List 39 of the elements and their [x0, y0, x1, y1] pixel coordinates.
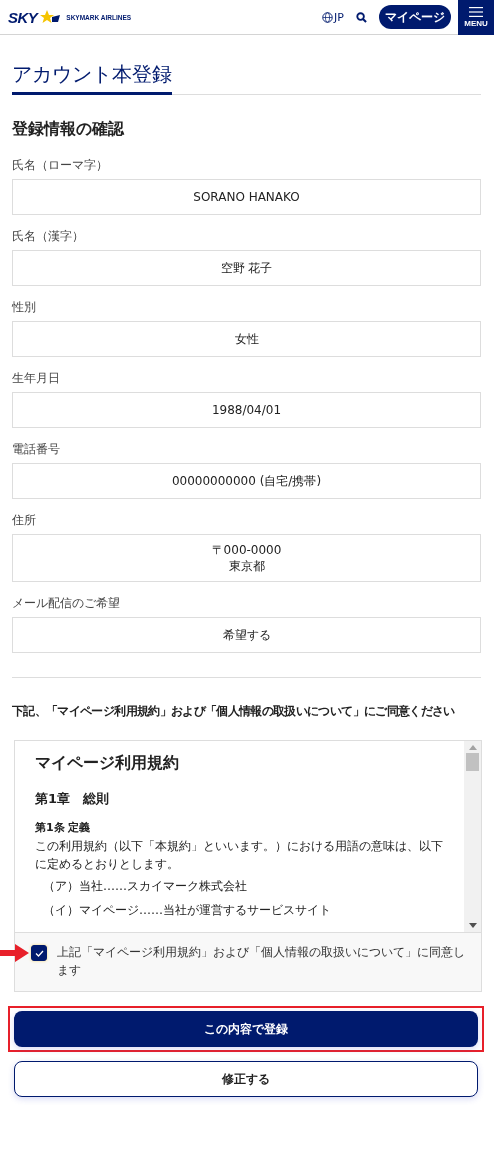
- terms-item: （イ）マイページ……当社が運営するサービスサイト: [43, 902, 332, 919]
- logo-mark[interactable]: SKY: [8, 8, 38, 26]
- search-icon[interactable]: [356, 11, 367, 23]
- value-field: SORANO HANAKO: [12, 179, 481, 215]
- value-field: 女性: [12, 321, 481, 357]
- value-field: 00000000000 (自宅/携帯): [12, 463, 481, 499]
- terms-paragraph: この利用規約（以下「本規約」といいます。）における用語の意味は、以下に定めるとおりとします。: [35, 838, 444, 873]
- terms-title: マイページ利用規約: [35, 753, 180, 774]
- value-field: 〒000-0000 東京都: [12, 534, 481, 582]
- field-label: 生年月日: [12, 371, 61, 385]
- terms-item: （ア）当社……スカイマーク株式会社: [43, 878, 248, 895]
- field-label: メール配信のご希望: [12, 596, 121, 610]
- agreement-prompt: 下記、「マイページ利用規約」および「個人情報の取扱いについて」にご同意ください: [12, 703, 456, 720]
- value-field: 希望する: [12, 617, 481, 653]
- menu-button[interactable]: MENU: [458, 0, 494, 35]
- register-button[interactable]: この内容で登録: [14, 1011, 478, 1047]
- mypage-button[interactable]: マイページ: [379, 5, 451, 29]
- field-label: 住所: [12, 513, 37, 527]
- language-link[interactable]: JP: [322, 10, 344, 24]
- arrow-icon: [0, 944, 29, 962]
- field-label: 電話番号: [12, 442, 61, 456]
- value-field: 1988/04/01: [12, 392, 481, 428]
- star-icon: [40, 10, 61, 24]
- consent-checkbox[interactable]: [31, 945, 47, 961]
- scrollbar[interactable]: [464, 741, 481, 932]
- scrollbar-thumb[interactable]: [466, 753, 479, 771]
- page-title: アカウント本登録: [12, 61, 172, 95]
- field-label: 性別: [12, 300, 37, 314]
- globe-icon: [322, 11, 334, 23]
- menu-icon: [469, 6, 483, 17]
- edit-button[interactable]: 修正する: [14, 1061, 478, 1097]
- value-field: 空野 花子: [12, 250, 481, 286]
- article-heading: 第1条 定義: [35, 820, 92, 835]
- field-label: 氏名（漢字）: [12, 229, 85, 243]
- scroll-down-icon[interactable]: [468, 923, 477, 928]
- field-label: 氏名（ローマ字）: [12, 158, 109, 172]
- chapter-heading: 第1章 総則: [35, 790, 111, 808]
- check-icon: [34, 949, 44, 957]
- section-title: 登録情報の確認: [12, 119, 125, 140]
